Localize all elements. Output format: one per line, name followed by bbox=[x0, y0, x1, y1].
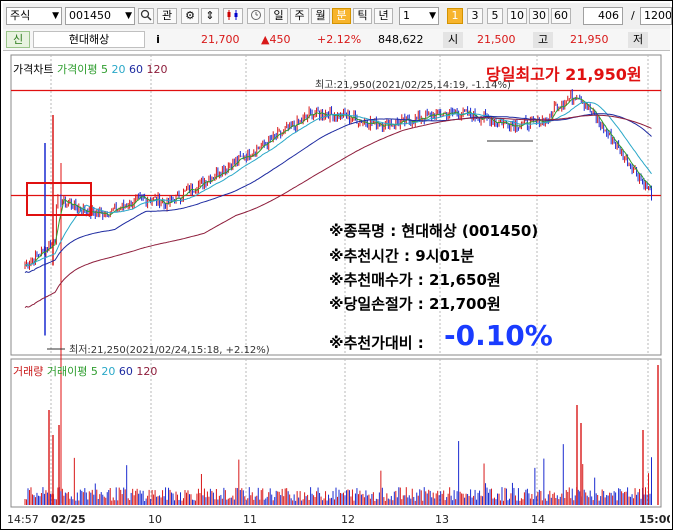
chart-window: 주식 ▼ 001450 ▼ 관 ⚙ ⇕ 1 ▼ 406 / 1200 일 주 월… bbox=[0, 0, 673, 530]
ma60-label: 60 bbox=[128, 63, 143, 76]
visible-count-input[interactable]: 406 bbox=[583, 7, 623, 25]
price-change-pct: +2.12% bbox=[317, 33, 362, 46]
search-icon bbox=[140, 9, 152, 21]
period-tab-3[interactable]: 분 bbox=[332, 8, 351, 24]
x-axis-label: 02/25 bbox=[51, 513, 86, 526]
chevron-down-icon: ▼ bbox=[429, 11, 436, 21]
period-tab-5[interactable]: 년 bbox=[374, 8, 393, 24]
low-annotation: 최저:21,250(2021/02/24,15:18, +2.12%) bbox=[69, 345, 270, 356]
interval-button-0[interactable]: 1 bbox=[447, 8, 463, 24]
price-legend: 가격차트 가격이평 5 20 60 120 bbox=[13, 61, 167, 77]
price-ma-label: 가격이평 bbox=[56, 63, 98, 76]
relation-button[interactable]: 관 bbox=[157, 8, 177, 24]
toolbar: 주식 ▼ 001450 ▼ 관 ⚙ ⇕ 1 ▼ 406 / 1200 일 주 월… bbox=[3, 3, 672, 30]
period-tab-4[interactable]: 틱 bbox=[353, 8, 372, 24]
ma20-label: 20 bbox=[111, 63, 126, 76]
search-button[interactable] bbox=[138, 8, 154, 24]
high-annotation: 최고:21,950(2021/02/25,14:19, -1.14%) bbox=[315, 80, 511, 91]
visible-count-value: 406 bbox=[598, 9, 619, 22]
interval-button-4[interactable]: 30 bbox=[529, 8, 549, 24]
x-axis-label: 11 bbox=[243, 513, 257, 526]
volume-legend: 거래량 거래이평 5 20 60 120 bbox=[13, 363, 157, 379]
market-select[interactable]: 주식 ▼ bbox=[6, 7, 62, 25]
ma120-label: 120 bbox=[146, 63, 168, 76]
x-axis-label: 14 bbox=[531, 513, 545, 526]
chevron-down-icon: ▼ bbox=[125, 11, 132, 21]
stock-info-bar: 신 현대해상 i 21,700 ▲450 +2.12% 848,622 시 21… bbox=[3, 29, 670, 51]
interval-button-3[interactable]: 10 bbox=[507, 8, 527, 24]
period-tab-0[interactable]: 일 bbox=[269, 8, 288, 24]
updown-button[interactable]: ⇕ bbox=[201, 8, 219, 24]
note-stock-name: ※종목명 : 현대해상 (001450) bbox=[329, 222, 539, 240]
x-axis-label: 13 bbox=[435, 513, 449, 526]
new-badge: 신 bbox=[6, 31, 30, 48]
count-separator: / bbox=[631, 9, 635, 22]
gear-icon: ⚙ bbox=[185, 9, 195, 22]
total-count-input[interactable]: 1200 bbox=[640, 7, 672, 25]
x-axis-label: 12 bbox=[341, 513, 355, 526]
code-input[interactable]: 001450 ▼ bbox=[65, 7, 135, 25]
note-buy-price: ※추천매수가 : 21,650원 bbox=[329, 271, 501, 289]
high-price: 21,950 bbox=[570, 33, 609, 46]
open-label: 시 bbox=[443, 32, 463, 48]
volume-ma-label: 거래이평 bbox=[46, 365, 88, 378]
period-tab-1[interactable]: 주 bbox=[290, 8, 309, 24]
volume-legend-title: 거래량 bbox=[13, 365, 44, 378]
price-change: ▲450 bbox=[261, 33, 291, 46]
note-stop-price: ※당일손절가 : 21,700원 bbox=[329, 295, 501, 313]
chart-type-button[interactable] bbox=[223, 8, 243, 24]
tick-count-value: 1 bbox=[403, 9, 410, 22]
code-input-value: 001450 bbox=[69, 9, 111, 22]
period-settings-button[interactable] bbox=[247, 8, 265, 24]
vma20-label: 20 bbox=[101, 365, 116, 378]
stock-name: 현대해상 bbox=[33, 31, 145, 48]
vma60-label: 60 bbox=[118, 365, 133, 378]
interval-button-2[interactable]: 5 bbox=[487, 8, 503, 24]
note-recommend-time: ※추천시간 : 9시01분 bbox=[329, 247, 475, 265]
x-axis-label: 10 bbox=[148, 513, 162, 526]
ma5-label: 5 bbox=[100, 63, 108, 76]
chevron-down-icon: ▼ bbox=[52, 11, 59, 21]
current-price: 21,700 bbox=[201, 33, 240, 46]
vma5-label: 5 bbox=[90, 365, 98, 378]
info-button[interactable]: i bbox=[151, 32, 165, 48]
high-label: 고 bbox=[533, 32, 553, 48]
note-vs-recommend-value: -0.10% bbox=[444, 319, 553, 352]
vma120-label: 120 bbox=[136, 365, 158, 378]
candlestick-icon bbox=[227, 10, 238, 20]
interval-button-5[interactable]: 60 bbox=[551, 8, 571, 24]
settings-button[interactable]: ⚙ bbox=[181, 8, 199, 24]
price-legend-title: 가격차트 bbox=[13, 63, 54, 76]
tick-count-select[interactable]: 1 ▼ bbox=[399, 7, 439, 25]
trade-volume: 848,622 bbox=[378, 33, 424, 46]
clock-icon bbox=[251, 10, 261, 20]
open-price: 21,500 bbox=[477, 33, 516, 46]
x-axis-label: 14:57 bbox=[7, 513, 39, 526]
chart-canvas[interactable]: 14:57 02/25 10 11 12 13 14 15:00 bbox=[3, 53, 670, 527]
market-select-value: 주식 bbox=[10, 9, 31, 22]
note-vs-recommend-label: ※추천가대비 : bbox=[329, 334, 424, 352]
low-label: 저 bbox=[628, 32, 648, 48]
x-axis-label: 15:00 bbox=[639, 513, 670, 526]
total-count-value: 1200 bbox=[644, 9, 672, 22]
updown-arrows-icon: ⇕ bbox=[205, 9, 215, 22]
interval-button-1[interactable]: 3 bbox=[467, 8, 483, 24]
period-tab-2[interactable]: 월 bbox=[311, 8, 330, 24]
